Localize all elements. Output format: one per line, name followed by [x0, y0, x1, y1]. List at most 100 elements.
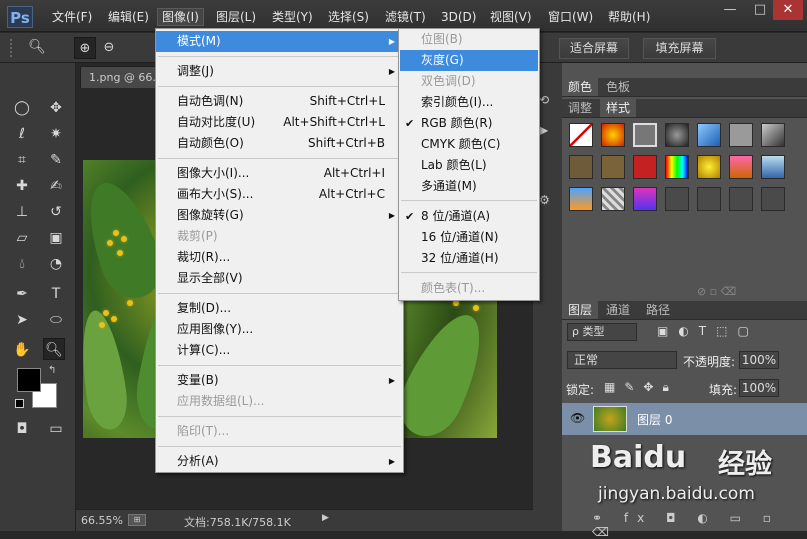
- style-swatch[interactable]: [665, 123, 689, 147]
- default-colors-icon[interactable]: [15, 399, 24, 408]
- properties-panel-icon[interactable]: ⚙: [539, 193, 550, 207]
- crop-tool-icon[interactable]: ⌗: [11, 149, 33, 171]
- layer-filter-icons[interactable]: ▣◐T⬚▢: [657, 324, 759, 338]
- visibility-eye-icon[interactable]: 👁︎: [570, 411, 585, 425]
- menu-9[interactable]: 窗口(W): [544, 9, 597, 25]
- style-swatch[interactable]: [633, 187, 657, 211]
- hand-tool-icon[interactable]: ✋: [11, 339, 33, 361]
- mode-menu-item[interactable]: CMYK 颜色(C): [400, 134, 538, 155]
- style-swatch[interactable]: [697, 155, 721, 179]
- document-tab[interactable]: 1.png @ 66.6: [80, 66, 160, 88]
- history-panel-icon[interactable]: ⟲: [539, 93, 549, 107]
- minimize-button[interactable]: —: [715, 0, 745, 20]
- menu-10[interactable]: 帮助(H): [604, 9, 654, 25]
- style-swatch[interactable]: [729, 155, 753, 179]
- tab-styles[interactable]: 样式: [600, 99, 637, 117]
- tab-paths[interactable]: 路径: [640, 301, 676, 319]
- eyedropper-tool-icon[interactable]: ✎: [45, 149, 67, 171]
- blend-mode-select[interactable]: 正常: [567, 351, 677, 369]
- mode-menu-item[interactable]: ✔ 8 位/通道(A): [400, 206, 538, 227]
- tab-color[interactable]: 颜色: [562, 78, 599, 96]
- ellipse-tool-icon[interactable]: ⬭: [45, 309, 67, 331]
- lock-icons[interactable]: ▦✎✥🔒︎: [604, 380, 678, 395]
- mode-menu-item[interactable]: ✔ RGB 颜色(R): [400, 113, 538, 134]
- style-swatch[interactable]: [761, 123, 785, 147]
- mode-menu-item[interactable]: 灰度(G): [400, 50, 538, 71]
- mode-menu-item[interactable]: 16 位/通道(N): [400, 227, 538, 248]
- image-menu-item[interactable]: 自动色调(N) Shift+Ctrl+L: [156, 91, 403, 112]
- menu-4[interactable]: 类型(Y): [268, 9, 317, 25]
- brush-tool-icon[interactable]: ✍: [45, 175, 67, 197]
- style-swatch[interactable]: [569, 187, 593, 211]
- zoom-tool-icon[interactable]: 🔍︎: [43, 338, 65, 360]
- image-menu-item[interactable]: 调整(J) ▶: [156, 61, 403, 82]
- pen-tool-icon[interactable]: ✒: [11, 283, 33, 305]
- image-menu-item[interactable]: 裁切(R)...: [156, 247, 403, 268]
- menu-2[interactable]: 图像(I): [157, 8, 204, 26]
- style-swatch[interactable]: [697, 187, 721, 211]
- marquee-tool-icon[interactable]: ◯: [11, 97, 33, 119]
- image-menu-item[interactable]: 自动颜色(O) Shift+Ctrl+B: [156, 133, 403, 154]
- mode-menu-item[interactable]: Lab 颜色(L): [400, 155, 538, 176]
- menu-1[interactable]: 编辑(E): [104, 9, 153, 25]
- image-menu-item[interactable]: 变量(B) ▶: [156, 370, 403, 391]
- zoom-in-icon[interactable]: ⊕: [74, 37, 96, 59]
- image-menu-item[interactable]: 模式(M) ▶: [156, 31, 403, 52]
- tab-layers[interactable]: 图层: [562, 301, 599, 319]
- layer-kind-filter[interactable]: ρ 类型: [567, 323, 637, 341]
- blur-tool-icon[interactable]: 💧︎: [11, 253, 33, 275]
- menu-0[interactable]: 文件(F): [48, 9, 96, 25]
- tab-adjustments[interactable]: 调整: [562, 99, 598, 117]
- menu-5[interactable]: 选择(S): [324, 9, 373, 25]
- zoom-level[interactable]: 66.55%: [81, 514, 123, 527]
- menu-7[interactable]: 3D(D): [437, 9, 480, 25]
- history-brush-tool-icon[interactable]: ↺: [45, 201, 67, 223]
- image-menu-item[interactable]: 图像大小(I)... Alt+Ctrl+I: [156, 163, 403, 184]
- style-swatch[interactable]: [569, 123, 593, 147]
- dodge-tool-icon[interactable]: ◔: [45, 253, 67, 275]
- zoom-out-icon[interactable]: ⊖: [98, 37, 120, 59]
- status-options-icon[interactable]: ⊞: [128, 514, 146, 526]
- type-tool-icon[interactable]: T: [45, 283, 67, 305]
- healing-brush-tool-icon[interactable]: ✚: [11, 175, 33, 197]
- eraser-tool-icon[interactable]: ▱: [11, 227, 33, 249]
- style-swatch[interactable]: [761, 187, 785, 211]
- delete-style-icon[interactable]: ⊘ ▫ ⌫: [697, 285, 736, 298]
- style-swatch[interactable]: [569, 155, 593, 179]
- fit-screen-button[interactable]: 适合屏幕: [559, 38, 629, 59]
- fill-screen-button[interactable]: 填充屏幕: [643, 38, 716, 59]
- style-swatch[interactable]: [665, 155, 689, 179]
- foreground-color-swatch[interactable]: [17, 368, 41, 392]
- zoom-tool-preset-icon[interactable]: 🔍︎: [26, 36, 48, 58]
- image-menu-item[interactable]: 自动对比度(U) Alt+Shift+Ctrl+L: [156, 112, 403, 133]
- menu-6[interactable]: 滤镜(T): [381, 9, 430, 25]
- mode-menu-item[interactable]: 索引颜色(I)...: [400, 92, 538, 113]
- magic-wand-tool-icon[interactable]: ✷: [45, 123, 67, 145]
- image-menu-item[interactable]: 计算(C)...: [156, 340, 403, 361]
- quick-mask-icon[interactable]: ◘: [11, 418, 33, 440]
- opacity-input[interactable]: 100%: [739, 351, 779, 369]
- mode-menu-item[interactable]: 多通道(M): [400, 176, 538, 197]
- screen-mode-icon[interactable]: ▭: [45, 418, 67, 440]
- image-menu-item[interactable]: 画布大小(S)... Alt+Ctrl+C: [156, 184, 403, 205]
- layer-name[interactable]: 图层 0: [637, 411, 672, 428]
- style-swatch[interactable]: [633, 123, 657, 147]
- style-swatch[interactable]: [729, 123, 753, 147]
- style-swatch[interactable]: [601, 123, 625, 147]
- lasso-tool-icon[interactable]: ℓ: [11, 123, 33, 145]
- style-swatch[interactable]: [633, 155, 657, 179]
- style-swatch[interactable]: [665, 187, 689, 211]
- close-button[interactable]: ✕: [773, 0, 803, 20]
- actions-panel-icon[interactable]: ▶: [539, 123, 548, 137]
- style-swatch[interactable]: [601, 187, 625, 211]
- image-menu-item[interactable]: 分析(A) ▶: [156, 451, 403, 472]
- restore-button[interactable]: □: [745, 0, 775, 20]
- style-swatch[interactable]: [697, 123, 721, 147]
- path-selection-tool-icon[interactable]: ➤: [11, 309, 33, 331]
- image-menu-item[interactable]: 显示全部(V): [156, 268, 403, 289]
- clone-stamp-tool-icon[interactable]: ⊥: [11, 201, 33, 223]
- mode-menu-item[interactable]: 32 位/通道(H): [400, 248, 538, 269]
- image-menu-item[interactable]: 图像旋转(G) ▶: [156, 205, 403, 226]
- layer-row[interactable]: 👁︎ 图层 0: [562, 403, 807, 435]
- style-swatch[interactable]: [729, 187, 753, 211]
